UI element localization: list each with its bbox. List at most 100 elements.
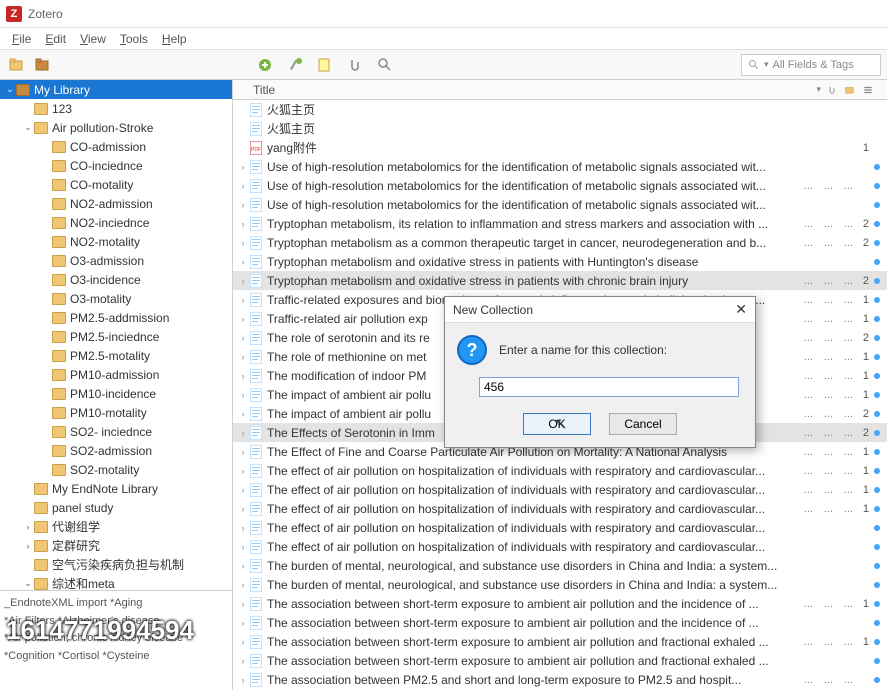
item-type-icon <box>249 312 263 326</box>
collection-PM10-motality[interactable]: PM10-motality <box>0 403 232 422</box>
item-row[interactable]: ›The burden of mental, neurological, and… <box>233 556 887 575</box>
sync-dot-icon <box>871 335 883 341</box>
collection-NO2-inciednce[interactable]: NO2-inciednce <box>0 213 232 232</box>
collection-123[interactable]: 123 <box>0 99 232 118</box>
new-collection-button[interactable] <box>6 54 28 76</box>
folder-icon <box>34 103 48 115</box>
tags-pane[interactable]: _EndnoteXML import *Aging*Air Filters *A… <box>0 590 232 690</box>
advanced-search-button[interactable] <box>374 54 396 76</box>
item-row[interactable]: ›The effect of air pollution on hospital… <box>233 461 887 480</box>
menubar: File Edit View Tools Help <box>0 28 887 50</box>
folder-icon <box>52 179 66 191</box>
collection-O3-motality[interactable]: O3-motality <box>0 289 232 308</box>
item-type-icon <box>249 445 263 459</box>
item-row[interactable]: ›The association between PM2.5 and short… <box>233 670 887 689</box>
item-row[interactable]: ›Tryptophan metabolism and oxidative str… <box>233 271 887 290</box>
collection-O3-incidence[interactable]: O3-incidence <box>0 270 232 289</box>
item-row[interactable]: ›The effect of air pollution on hospital… <box>233 537 887 556</box>
collection-综述和meta[interactable]: ⌄综述和meta <box>0 574 232 590</box>
watermark: 1614771994594 <box>6 610 194 652</box>
menu-view[interactable]: View <box>74 30 112 48</box>
menu-help[interactable]: Help <box>156 30 193 48</box>
collection-SO2-motality[interactable]: SO2-motality <box>0 460 232 479</box>
collection-My EndNote Library[interactable]: My EndNote Library <box>0 479 232 498</box>
dialog-prompt: Enter a name for this collection: <box>499 343 667 357</box>
item-row[interactable]: ›Tryptophan metabolism and oxidative str… <box>233 252 887 271</box>
item-row[interactable]: PDFyang附件1 <box>233 138 887 157</box>
item-row[interactable]: ›The effect of air pollution on hospital… <box>233 518 887 537</box>
folder-icon <box>52 293 66 305</box>
folder-icon <box>34 483 48 495</box>
close-icon[interactable]: ✕ <box>735 301 747 318</box>
sync-dot-icon <box>871 525 883 531</box>
collection-panel study[interactable]: panel study <box>0 498 232 517</box>
sync-dot-icon <box>871 677 883 683</box>
collection-NO2-admission[interactable]: NO2-admission <box>0 194 232 213</box>
collection-PM2.5-inciednce[interactable]: PM2.5-inciednce <box>0 327 232 346</box>
library-root[interactable]: ⌄ My Library <box>0 80 232 99</box>
folder-icon <box>52 369 66 381</box>
column-title[interactable]: Title <box>253 83 816 97</box>
sync-dot-icon <box>871 392 883 398</box>
collection-SO2- inciednce[interactable]: SO2- inciednce <box>0 422 232 441</box>
collection-PM2.5-motality[interactable]: PM2.5-motality <box>0 346 232 365</box>
folder-icon <box>52 426 66 438</box>
collection-定群研究[interactable]: ›定群研究 <box>0 536 232 555</box>
item-row[interactable]: ›Tryptophan metabolism, its relation to … <box>233 214 887 233</box>
item-type-icon <box>249 483 263 497</box>
add-attachment-button[interactable] <box>344 54 366 76</box>
item-row[interactable]: ›The effect of air pollution on hospital… <box>233 499 887 518</box>
collections-tree[interactable]: ⌄ My Library 123⌄Air pollution-StrokeCO-… <box>0 80 232 590</box>
column-folder-icon[interactable] <box>845 85 863 95</box>
collection-Air pollution-Stroke[interactable]: ⌄Air pollution-Stroke <box>0 118 232 137</box>
list-header[interactable]: Title ▾ <box>233 80 887 100</box>
item-type-icon <box>249 255 263 269</box>
menu-edit[interactable]: Edit <box>39 30 72 48</box>
collection-空气污染疾病负担与机制[interactable]: 空气污染疾病负担与机制 <box>0 555 232 574</box>
item-row[interactable]: 火狐主页 <box>233 100 887 119</box>
item-row[interactable]: ›The association between short-term expo… <box>233 632 887 651</box>
item-row[interactable]: ›Use of high-resolution metabolomics for… <box>233 176 887 195</box>
item-row[interactable]: ›Use of high-resolution metabolomics for… <box>233 157 887 176</box>
item-type-icon: PDF <box>249 141 263 155</box>
collection-CO-motality[interactable]: CO-motality <box>0 175 232 194</box>
dropdown-icon[interactable]: ▾ <box>764 59 769 70</box>
item-type-icon <box>249 103 263 117</box>
collection-name-input[interactable] <box>479 377 739 397</box>
add-by-identifier-button[interactable] <box>284 54 306 76</box>
collection-CO-admission[interactable]: CO-admission <box>0 137 232 156</box>
new-item-button[interactable] <box>254 54 276 76</box>
item-row[interactable]: ›Use of high-resolution metabolomics for… <box>233 195 887 214</box>
collection-NO2-motality[interactable]: NO2-motality <box>0 232 232 251</box>
collection-CO-inciednce[interactable]: CO-inciednce <box>0 156 232 175</box>
search-box[interactable]: ▾ All Fields & Tags <box>741 54 881 76</box>
item-row[interactable]: ›The effect of air pollution on hospital… <box>233 480 887 499</box>
column-attachment-icon[interactable] <box>827 85 845 95</box>
item-row[interactable]: ›The burden of mental, neurological, and… <box>233 575 887 594</box>
sync-dot-icon <box>871 563 883 569</box>
item-type-icon <box>249 122 263 136</box>
item-row[interactable]: ›The association between short-term expo… <box>233 613 887 632</box>
new-note-button[interactable] <box>314 54 336 76</box>
collection-PM10-incidence[interactable]: PM10-incidence <box>0 384 232 403</box>
cancel-button[interactable]: Cancel <box>609 413 677 435</box>
collection-O3-admission[interactable]: O3-admission <box>0 251 232 270</box>
sync-dot-icon <box>871 658 883 664</box>
item-row[interactable]: ›The association between short-term expo… <box>233 651 887 670</box>
item-row[interactable]: ›The association between short-term expo… <box>233 594 887 613</box>
collection-PM2.5-addmission[interactable]: PM2.5-addmission <box>0 308 232 327</box>
dialog-titlebar[interactable]: New Collection ✕ <box>445 297 755 323</box>
collection-代谢组学[interactable]: ›代谢组学 <box>0 517 232 536</box>
ok-button[interactable]: OK <box>523 413 591 435</box>
column-menu-icon[interactable] <box>863 85 881 95</box>
folder-icon <box>34 122 48 134</box>
item-row[interactable]: ›Tryptophan metabolism as a common thera… <box>233 233 887 252</box>
collection-SO2-admission[interactable]: SO2-admission <box>0 441 232 460</box>
menu-file[interactable]: File <box>6 30 37 48</box>
sync-dot-icon <box>871 202 883 208</box>
menu-tools[interactable]: Tools <box>114 30 154 48</box>
new-library-button[interactable] <box>32 54 54 76</box>
sort-icon[interactable]: ▾ <box>816 84 821 95</box>
collection-PM10-admission[interactable]: PM10-admission <box>0 365 232 384</box>
item-row[interactable]: 火狐主页 <box>233 119 887 138</box>
